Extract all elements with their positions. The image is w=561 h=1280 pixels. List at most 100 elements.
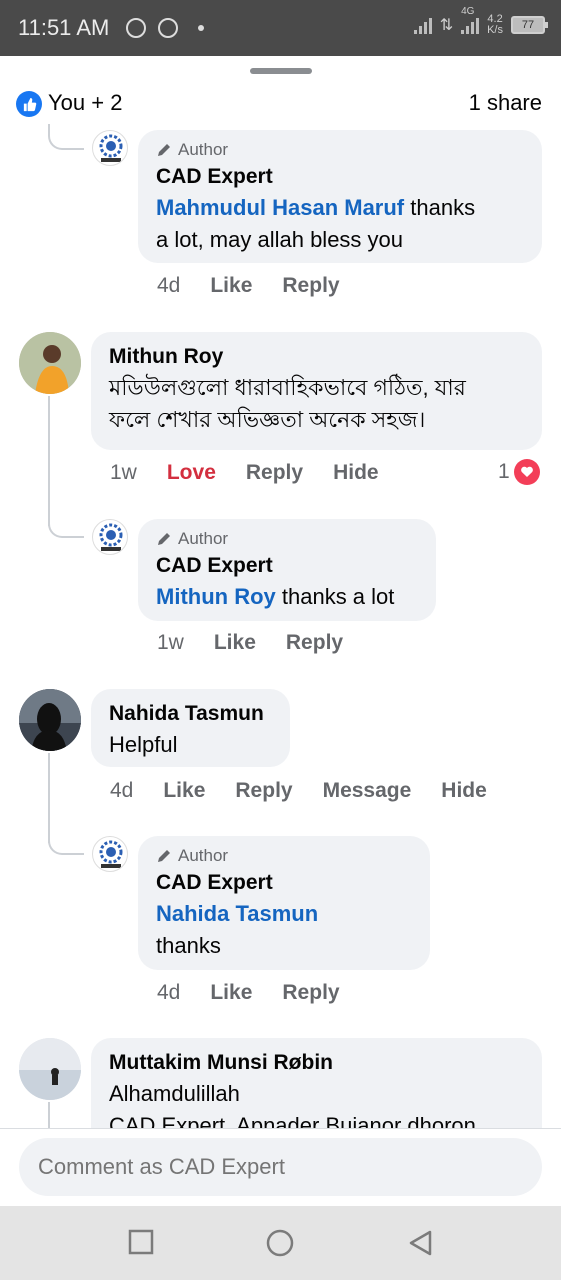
comment-text: Helpful: [109, 732, 178, 757]
like-button[interactable]: Like: [210, 274, 252, 298]
status-bar: 11:51 AM ⇅ 4G 4.2 K/s 77: [0, 0, 561, 56]
comment-text: Mahmudul Hasan Maruf thanks: [156, 192, 524, 224]
like-button[interactable]: Like: [214, 631, 256, 655]
nahida-tasmun-avatar[interactable]: [19, 689, 81, 751]
thread-line: [48, 1102, 50, 1128]
comment-actions: 1w Love Reply Hide: [110, 461, 409, 485]
comment-text: মডিউলগুলো ধারাবাহিকভাবে গঠিত, যার: [109, 375, 466, 400]
comment-bubble: Mithun Roy মডিউলগুলো ধারাবাহিকভাবে গঠিত,…: [91, 332, 542, 450]
comment-actions: 4d Like Reply: [157, 981, 370, 1005]
pencil-icon: [158, 850, 170, 862]
comment-actions: 1w Like Reply: [157, 631, 373, 655]
love-reaction-icon: [513, 459, 540, 485]
comment-text: thanks: [156, 933, 221, 958]
comment-bubble: Author CAD Expert Mahmudul Hasan Maruf t…: [138, 130, 542, 263]
home-button[interactable]: [265, 1228, 295, 1258]
net-speed: 4.2 K/s: [487, 14, 503, 36]
battery-icon: 77: [511, 16, 548, 34]
author-badge: Author: [156, 846, 412, 866]
muttakim-avatar[interactable]: [19, 1038, 81, 1100]
triangle-back-icon: [409, 1230, 432, 1256]
data-saver-icon: [158, 18, 178, 38]
love-button[interactable]: Love: [167, 461, 216, 485]
reply-connector: [48, 512, 84, 538]
message-button[interactable]: Message: [323, 779, 412, 803]
like-reaction-icon: [16, 91, 42, 117]
comment-text-line2: CAD Expert, Apnader Bujanor dhoron: [109, 1113, 476, 1128]
cad-expert-avatar[interactable]: [92, 130, 128, 166]
comment-bubble: Muttakim Munsi Røbin Alhamdulillah CAD E…: [91, 1038, 542, 1128]
comment-bubble: Author CAD Expert Mithun Roy thanks a lo…: [138, 519, 436, 621]
status-time: 11:51 AM: [18, 15, 110, 40]
reaction-summary-bar: You + 2 1 share: [0, 86, 561, 122]
like-button[interactable]: Like: [163, 779, 205, 803]
comment-actions: 4d Like Reply Message Hide: [110, 779, 517, 803]
status-right: ⇅ 4G 4.2 K/s 77: [413, 6, 548, 36]
reply-button[interactable]: Reply: [286, 631, 343, 655]
author-badge: Author: [156, 529, 418, 549]
mention-tag[interactable]: Mahmudul Hasan Maruf: [156, 195, 404, 220]
mithun-roy-avatar[interactable]: [19, 332, 81, 394]
commenter-name[interactable]: CAD Expert: [156, 162, 524, 192]
commenter-name[interactable]: CAD Expert: [156, 868, 412, 898]
comment-time: 4d: [157, 981, 181, 1004]
circle-icon: [266, 1229, 294, 1257]
messenger-icon: [126, 18, 146, 38]
signal-icon: [413, 16, 432, 34]
comment-bubble: Author CAD Expert Nahida Tasmun thanks: [138, 836, 430, 970]
mention-tag[interactable]: Mithun Roy: [156, 584, 276, 609]
comment-list[interactable]: Author CAD Expert Mahmudul Hasan Maruf t…: [0, 124, 561, 1128]
comment-input[interactable]: [19, 1138, 542, 1196]
hide-button[interactable]: Hide: [441, 779, 487, 803]
like-button[interactable]: Like: [210, 981, 252, 1005]
comment-actions: 4d Like Reply: [157, 274, 370, 298]
author-label: Author: [178, 846, 229, 865]
reaction-count-value: 1: [498, 460, 510, 483]
square-icon: [128, 1229, 154, 1255]
network-signal: 4G: [461, 6, 480, 34]
comment-text-line2: ফলে শেখার অভিজ্ঞতা অনেক সহজ।: [109, 407, 426, 432]
comment-text: Alhamdulillah: [109, 1081, 240, 1106]
system-nav-bar: [0, 1206, 561, 1280]
network-type: 4G: [461, 6, 475, 17]
data-arrows-icon: ⇅: [439, 17, 454, 34]
comment-text-line2: a lot, may allah bless you: [156, 227, 404, 252]
comment-text-part: thanks: [404, 195, 476, 220]
commenter-name[interactable]: Nahida Tasmun: [109, 699, 272, 729]
commenter-name[interactable]: Mithun Roy: [109, 342, 524, 372]
cad-expert-avatar[interactable]: [92, 836, 128, 872]
commenter-name[interactable]: CAD Expert: [156, 551, 418, 581]
cad-expert-avatar[interactable]: [92, 519, 128, 555]
author-label: Author: [178, 140, 229, 159]
comment-bubble: Nahida Tasmun Helpful: [91, 689, 290, 767]
more-notifications-icon: [198, 25, 204, 31]
author-badge: Author: [156, 140, 524, 160]
battery-level: 77: [521, 19, 535, 31]
thread-line: [48, 396, 50, 526]
reply-button[interactable]: Reply: [282, 274, 339, 298]
reactions-summary[interactable]: You + 2: [48, 90, 122, 116]
reply-button[interactable]: Reply: [246, 461, 303, 485]
comment-text: Mithun Roy thanks a lot: [156, 581, 418, 613]
hide-button[interactable]: Hide: [333, 461, 379, 485]
comment-text-part: thanks a lot: [275, 584, 395, 609]
reaction-count[interactable]: 1: [498, 459, 540, 485]
signal-icon-2: [461, 16, 480, 34]
commenter-name[interactable]: Muttakim Munsi Røbin: [109, 1048, 524, 1078]
share-count[interactable]: 1 share: [469, 90, 542, 116]
net-speed-unit: K/s: [487, 24, 503, 36]
sheet-drag-handle[interactable]: [250, 68, 312, 74]
recents-button[interactable]: [127, 1228, 157, 1258]
comment-time: 4d: [110, 779, 134, 802]
comment-time: 4d: [157, 274, 181, 297]
mention-tag[interactable]: Nahida Tasmun: [156, 898, 412, 930]
comment-time: 1w: [157, 631, 184, 654]
reply-button[interactable]: Reply: [235, 779, 292, 803]
pencil-icon: [158, 533, 170, 545]
comment-time: 1w: [110, 461, 137, 484]
reply-connector: [48, 829, 84, 855]
pencil-icon: [158, 144, 170, 156]
reply-button[interactable]: Reply: [282, 981, 339, 1005]
back-button[interactable]: [406, 1228, 436, 1258]
comment-composer-bar: [0, 1128, 561, 1206]
